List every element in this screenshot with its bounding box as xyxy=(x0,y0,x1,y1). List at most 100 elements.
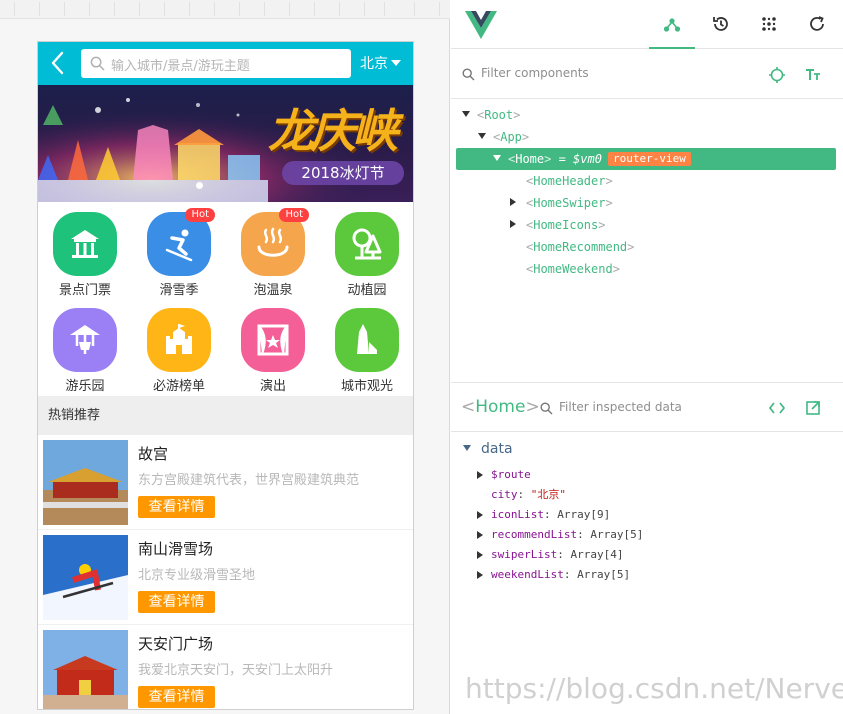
collapsed-arrow-icon[interactable] xyxy=(510,198,516,206)
icon-label: 游乐园 xyxy=(65,379,105,394)
data-prop-city[interactable]: city: "北京" xyxy=(477,485,566,505)
tree-node-homeweekend[interactable]: <HomeWeekend> xyxy=(456,258,836,280)
prop-key: swiperList xyxy=(491,548,558,561)
recommend-title: 热销推荐 xyxy=(38,396,413,435)
icon-tile xyxy=(53,308,117,372)
icon-label: 必游榜单 xyxy=(152,379,205,394)
icon-item[interactable]: Hot 滑雪季 xyxy=(132,202,226,298)
list-item[interactable]: 故宫 东方宫殿建筑代表，世界宫殿建筑典范 查看详情 xyxy=(38,435,413,530)
icon-item[interactable]: 演出 xyxy=(226,298,320,394)
tab-components[interactable] xyxy=(649,0,695,49)
icon-item[interactable]: Hot 泡温泉 xyxy=(226,202,320,298)
select-component-button[interactable] xyxy=(767,65,787,85)
refresh-icon xyxy=(810,16,824,31)
node-label: <HomeRecommend> xyxy=(526,240,635,254)
forbidden-city-photo xyxy=(43,440,128,525)
tree-node-home[interactable]: <Home> = $vm0 router-view xyxy=(456,148,836,170)
icon-label: 景点门票 xyxy=(58,283,111,298)
node-label: <HomeHeader> xyxy=(526,174,613,188)
data-label: data xyxy=(481,441,513,457)
vm-ref: = $vm0 xyxy=(558,152,602,166)
data-prop-swiperlist[interactable]: swiperList: Array[4] xyxy=(477,545,623,565)
tower-icon xyxy=(357,324,377,354)
history-icon xyxy=(713,17,728,31)
node-name: Home xyxy=(515,152,545,166)
node-name: HomeRecommend xyxy=(533,240,628,254)
inspector-header: <Home> Filter inspected data xyxy=(451,382,843,432)
icon-item[interactable]: 游乐园 xyxy=(38,298,132,394)
tree-icon xyxy=(352,228,382,260)
banner-subtitle: 2018冰灯节 xyxy=(282,161,404,185)
view-detail-button[interactable]: 查看详情 xyxy=(138,591,215,613)
icon-label: 城市观光 xyxy=(340,379,393,394)
filter-inspected-input[interactable]: Filter inspected data xyxy=(559,400,682,414)
open-in-editor-button[interactable] xyxy=(803,398,823,418)
inspect-dom-button[interactable] xyxy=(767,398,787,418)
filter-components-input[interactable]: Filter components xyxy=(481,66,751,84)
chevron-left-icon xyxy=(51,51,64,75)
swiper-pagination-dot[interactable] xyxy=(196,182,203,189)
data-prop-route[interactable]: $route xyxy=(477,465,531,485)
tree-node-homeswiper[interactable]: <HomeSwiper> xyxy=(456,192,836,214)
text-size-icon xyxy=(806,69,820,80)
devtools-toolbar xyxy=(451,0,843,49)
inspected-component-name: <Home> xyxy=(461,397,540,417)
icon-item[interactable]: 动植园 xyxy=(320,202,413,298)
node-label: <HomeSwiper> xyxy=(526,196,613,210)
collapsed-arrow-icon xyxy=(477,511,483,519)
caret-down-icon xyxy=(391,60,401,66)
tiananmen-photo xyxy=(43,630,128,709)
search-input[interactable]: 输入城市/景点/游玩主题 xyxy=(81,49,351,78)
node-label: <HomeWeekend> xyxy=(526,262,620,276)
watermark: https://blog.csdn.net/Nerver_77 xyxy=(465,672,843,705)
data-section-toggle[interactable]: data xyxy=(463,441,513,457)
icon-item[interactable]: 城市观光 xyxy=(320,298,413,394)
tree-node-app[interactable]: <App> xyxy=(456,126,836,148)
prop-key: weekendList xyxy=(491,568,564,581)
format-names-button[interactable] xyxy=(803,65,823,85)
prop-value: "北京" xyxy=(530,488,566,501)
hot-badge: Hot xyxy=(185,208,215,222)
view-detail-button[interactable]: 查看详情 xyxy=(138,496,215,518)
search-placeholder: 输入城市/景点/游玩主题 xyxy=(111,59,250,74)
data-prop-weekendlist[interactable]: weekendList: Array[5] xyxy=(477,565,630,585)
node-name: HomeWeekend xyxy=(533,262,613,276)
prop-value: Array[5] xyxy=(590,528,644,541)
data-prop-recommendlist[interactable]: recommendList: Array[5] xyxy=(477,525,643,545)
icon-tile: Hot xyxy=(241,208,309,276)
tree-node-homerecommend[interactable]: <HomeRecommend> xyxy=(456,236,836,258)
tree-node-root[interactable]: <Root> xyxy=(456,104,836,126)
tab-history[interactable] xyxy=(698,0,744,49)
component-filter-bar: Filter components xyxy=(451,50,843,99)
home-swiper[interactable]: 龙庆峡 2018冰灯节 xyxy=(38,85,413,202)
item-desc: 我爱北京天安门，天安门上太阳升 xyxy=(138,663,334,678)
prop-value: Array[5] xyxy=(577,568,631,581)
collapsed-arrow-icon[interactable] xyxy=(510,220,516,228)
tree-node-homeheader[interactable]: <HomeHeader> xyxy=(456,170,836,192)
search-icon xyxy=(462,68,475,81)
node-name: HomeIcons xyxy=(533,218,599,232)
list-item[interactable]: 天安门广场 我爱北京天安门，天安门上太阳升 查看详情 xyxy=(38,625,413,709)
node-label: <HomeIcons> xyxy=(526,218,606,232)
tree-node-homeicons[interactable]: <HomeIcons> xyxy=(456,214,836,236)
hot-badge: Hot xyxy=(279,208,309,222)
icon-item[interactable]: 必游榜单 xyxy=(132,298,226,394)
home-header: 输入城市/景点/游玩主题 北京 xyxy=(38,42,413,85)
list-item[interactable]: 南山滑雪场 北京专业级滑雪圣地 查看详情 xyxy=(38,530,413,625)
theater-icon xyxy=(257,324,289,356)
refresh-button[interactable] xyxy=(794,0,840,49)
prop-value: Array[9] xyxy=(557,508,611,521)
prop-key: $route xyxy=(491,468,531,481)
code-brackets-icon xyxy=(768,402,786,414)
node-name: HomeHeader xyxy=(533,174,606,188)
view-detail-button[interactable]: 查看详情 xyxy=(138,686,215,708)
icon-item[interactable]: 景点门票 xyxy=(38,202,132,298)
expand-arrow-icon xyxy=(493,155,501,161)
back-button[interactable] xyxy=(44,48,74,78)
banner-title: 龙庆峡 xyxy=(268,104,398,158)
city-selector[interactable]: 北京 xyxy=(360,53,401,73)
vue-logo-icon xyxy=(465,11,497,39)
data-prop-iconlist[interactable]: iconList: Array[9] xyxy=(477,505,610,525)
tab-vuex[interactable] xyxy=(746,0,792,49)
hot-spring-icon xyxy=(257,227,289,257)
